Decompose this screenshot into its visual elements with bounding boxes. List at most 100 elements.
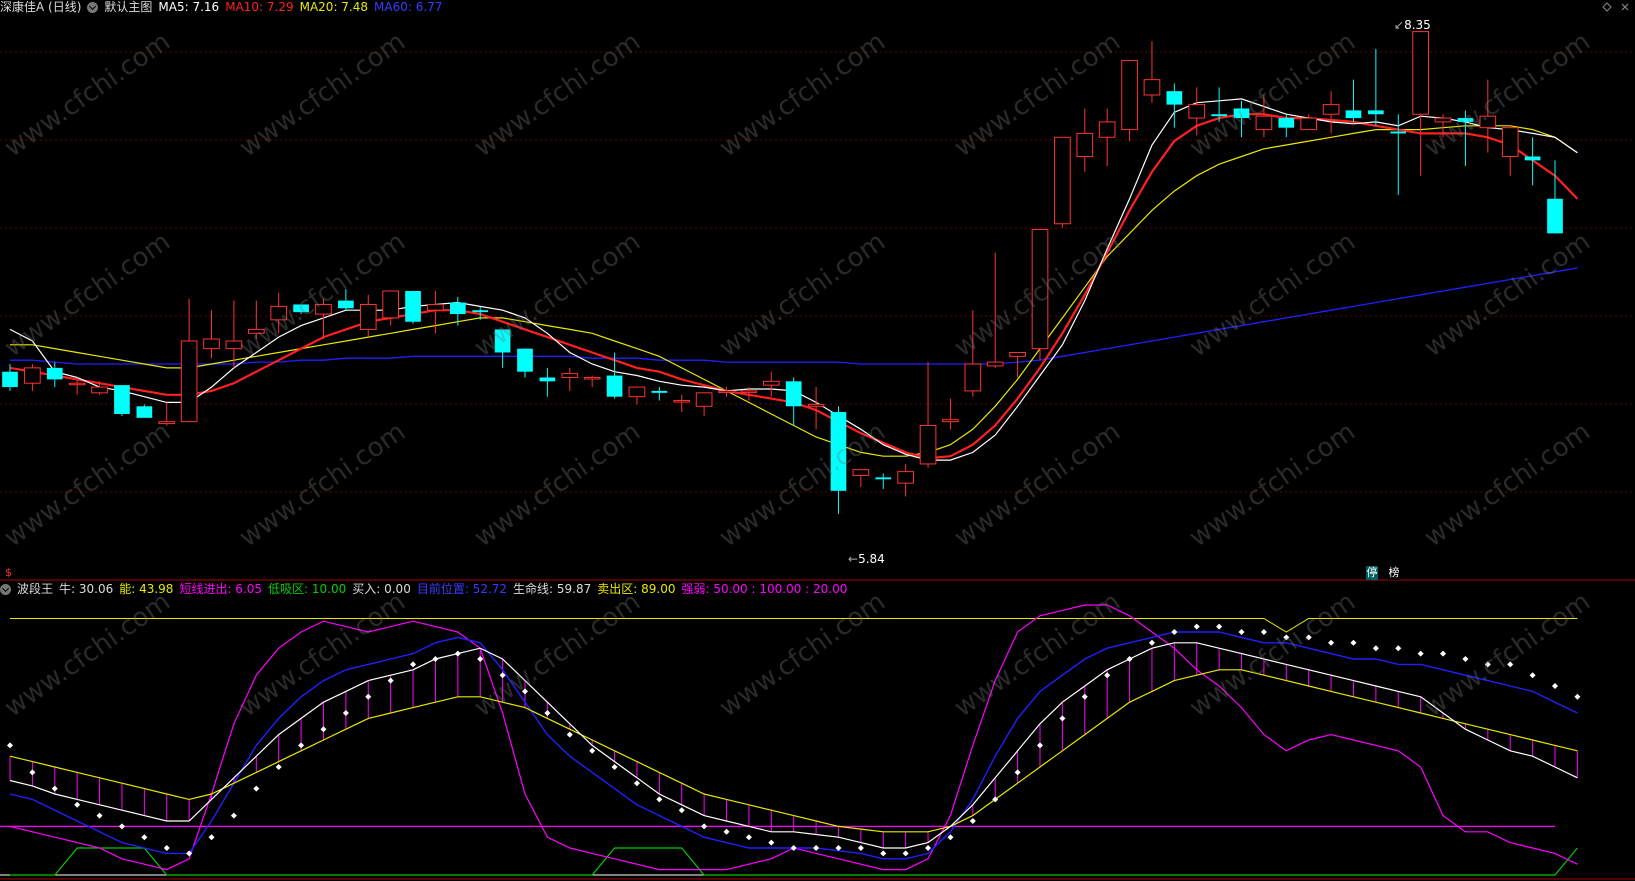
chevron-down-icon[interactable] <box>0 583 11 595</box>
candle <box>986 252 1004 368</box>
indicator-dot <box>275 764 282 770</box>
candle-body <box>1278 118 1295 128</box>
candle <box>180 298 198 423</box>
candle <box>338 289 354 311</box>
indicator-dot <box>118 823 125 830</box>
candle-body <box>1188 104 1206 119</box>
indicator-dot <box>1148 639 1155 646</box>
candle-body <box>673 400 691 403</box>
candle-body <box>1255 115 1273 131</box>
indicator-dot <box>1305 634 1312 641</box>
indicator-dot <box>163 845 170 851</box>
candle-body <box>1211 114 1227 117</box>
candle-body <box>91 386 108 394</box>
candle <box>852 469 870 487</box>
candle-body <box>517 348 533 372</box>
indicator-dot <box>1260 629 1267 635</box>
candle-body <box>1233 108 1250 119</box>
indicator-dot <box>1126 656 1133 662</box>
candle <box>158 402 176 426</box>
candle <box>1098 108 1116 167</box>
candle <box>225 300 243 368</box>
indicator-dot <box>723 828 730 835</box>
candle <box>1188 87 1206 136</box>
candle-body <box>24 367 41 384</box>
candle-body <box>718 390 735 393</box>
candle-body <box>68 382 86 386</box>
indicator-dot <box>320 726 327 733</box>
candle-body <box>1076 132 1094 157</box>
candle-body <box>561 373 579 378</box>
kline-chart[interactable] <box>0 0 1635 881</box>
indicator-dot <box>208 834 215 841</box>
indicator-dot <box>1529 672 1536 679</box>
candle <box>964 310 982 397</box>
indicator-dot <box>141 834 148 841</box>
candle-body <box>695 392 713 407</box>
indicator-header: 波段王 牛: 30.06 能: 43.98 短线进出: 6.05 低吸区: 10… <box>0 582 847 596</box>
indicator-dot <box>387 677 394 684</box>
dixiqu-value: 低吸区: 10.00 <box>268 582 347 596</box>
candle-body <box>1322 104 1340 115</box>
candle-body <box>919 425 937 465</box>
chevron-down-icon[interactable] <box>87 1 99 13</box>
indicator-dot <box>51 785 58 792</box>
candle <box>1054 136 1071 228</box>
indicator-dot <box>969 818 976 824</box>
high-price-label: ↙8.35 <box>1394 18 1431 32</box>
candle <box>136 404 153 418</box>
indicator-dot <box>1216 623 1223 630</box>
candle <box>1479 79 1497 153</box>
candle-body <box>293 304 309 313</box>
candle-body <box>2 371 18 388</box>
template-name[interactable]: 默认主图 <box>104 0 152 14</box>
candle <box>1524 137 1541 186</box>
candle-body <box>1524 156 1541 161</box>
candle-body <box>762 380 780 386</box>
indicator-dot <box>1484 661 1491 668</box>
candle-body <box>583 376 601 380</box>
dollar-marker: $ <box>5 566 12 579</box>
candle-body <box>897 471 914 484</box>
indicator-dot <box>566 731 573 738</box>
indicator-dot <box>1171 629 1178 635</box>
candle-body <box>270 305 288 321</box>
candle-body <box>942 419 959 423</box>
halt-badge[interactable]: 停 <box>1366 566 1378 580</box>
candle <box>1233 100 1250 138</box>
candle-body <box>359 303 377 330</box>
candle <box>651 387 668 401</box>
indicator-dot <box>947 834 954 841</box>
list-badge[interactable]: 榜 <box>1388 566 1400 580</box>
indicator-dot <box>477 656 484 662</box>
candle <box>695 392 713 416</box>
indicator-dot <box>522 688 528 695</box>
candle-body <box>315 303 332 315</box>
candle-body <box>1054 136 1071 225</box>
candle-body <box>427 303 444 311</box>
candle <box>517 348 533 378</box>
candle-body <box>46 367 63 380</box>
indicator-dot <box>1395 645 1402 652</box>
indicator-dot <box>1507 661 1514 668</box>
stock-name[interactable]: 深康佳A (日线) <box>0 0 81 14</box>
indicator-dot <box>813 845 820 851</box>
candle <box>830 406 847 514</box>
candle-body <box>472 310 489 313</box>
candle-body <box>1501 127 1519 158</box>
candle <box>1345 79 1362 122</box>
candle-body <box>1009 351 1026 357</box>
candle-body <box>1457 118 1474 122</box>
candle <box>1501 127 1519 176</box>
candle-body <box>382 290 399 319</box>
candle <box>673 394 691 413</box>
indicator-dot <box>342 710 349 716</box>
close-icon[interactable] <box>1620 2 1630 12</box>
indicator-dot <box>1193 623 1200 630</box>
candle-body <box>740 390 758 393</box>
candle-body <box>852 469 870 476</box>
dangqian-value: 目前位置: 52.72 <box>416 582 508 596</box>
expand-icon[interactable] <box>1602 2 1612 12</box>
indicator-name[interactable]: 波段王 <box>17 582 53 596</box>
indicator-dot <box>656 796 663 803</box>
